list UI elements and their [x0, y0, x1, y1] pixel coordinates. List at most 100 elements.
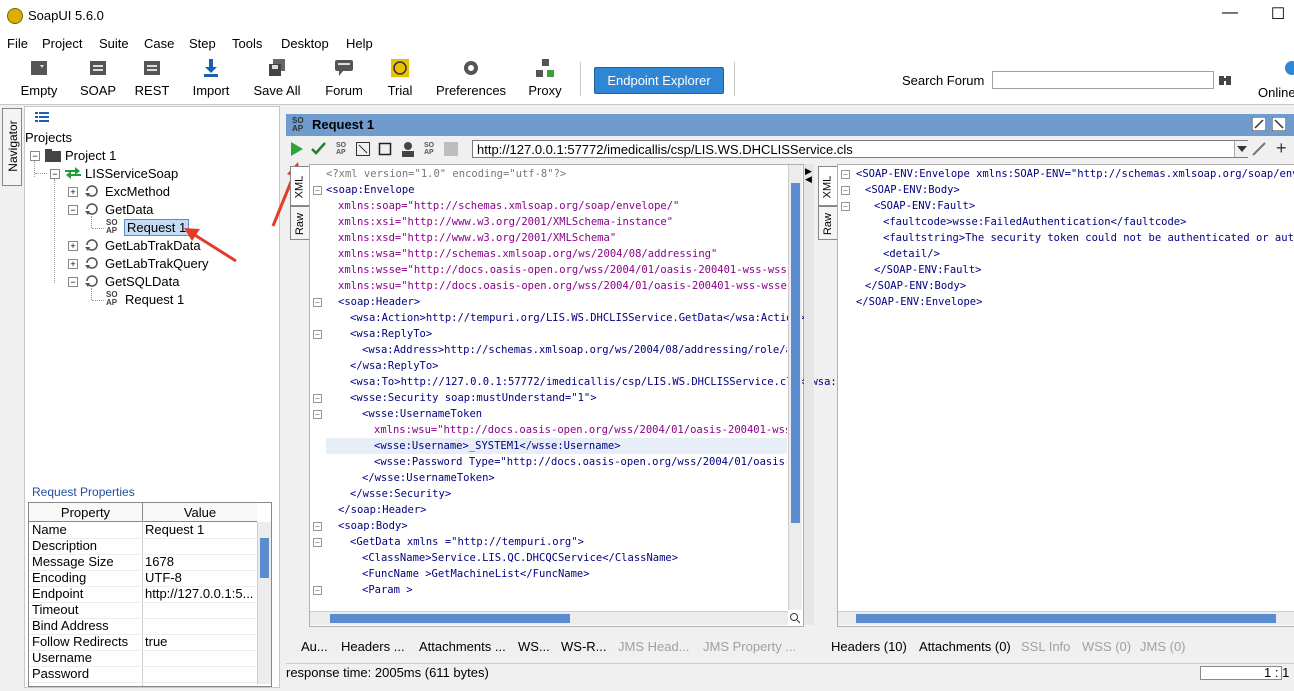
- response-tab-headers[interactable]: Headers (10): [831, 639, 907, 654]
- menu-desktop[interactable]: Desktop: [281, 36, 329, 51]
- user-auth-icon[interactable]: [400, 141, 416, 157]
- proxy-button[interactable]: Proxy: [526, 54, 564, 102]
- editor-splitter[interactable]: ▶ ◀: [804, 164, 814, 625]
- menu-tools[interactable]: Tools: [232, 36, 262, 51]
- fold-marker[interactable]: −: [313, 186, 322, 195]
- soap-version-icon[interactable]: SO AP: [336, 142, 346, 156]
- expand-operation-icon[interactable]: +: [68, 187, 78, 197]
- navigator-tab[interactable]: Navigator: [2, 108, 22, 186]
- menu-help[interactable]: Help: [346, 36, 373, 51]
- edit-endpoint-icon[interactable]: [1252, 142, 1266, 156]
- fold-marker[interactable]: −: [313, 522, 322, 531]
- forum-button[interactable]: Forum: [322, 54, 366, 102]
- request-raw-tab[interactable]: Raw: [290, 206, 310, 240]
- menu-suite[interactable]: Suite: [99, 36, 129, 51]
- empty-project-button[interactable]: Empty: [16, 54, 62, 102]
- binoculars-icon[interactable]: [1218, 74, 1232, 86]
- save-all-button[interactable]: Save All: [252, 54, 302, 102]
- fold-marker[interactable]: −: [841, 170, 850, 179]
- request-editor-hscrollbar[interactable]: [310, 611, 788, 625]
- scrollbar-thumb[interactable]: [260, 538, 269, 578]
- menu-case[interactable]: Case: [144, 36, 174, 51]
- table-row[interactable]: Message Size 1678: [29, 554, 257, 571]
- table-row[interactable]: Bind Address: [29, 618, 257, 635]
- table-row[interactable]: Endpoint http://127.0.0.1:5...: [29, 586, 257, 603]
- table-row[interactable]: Description: [29, 538, 257, 555]
- table-row[interactable]: Password: [29, 666, 257, 683]
- endpoint-explorer-button[interactable]: Endpoint Explorer: [594, 67, 724, 94]
- menu-file[interactable]: File: [7, 36, 28, 51]
- request-tab-headers[interactable]: Headers ...: [341, 639, 405, 654]
- menu-step[interactable]: Step: [189, 36, 216, 51]
- maximize-editor-icon[interactable]: [1272, 117, 1286, 131]
- request-editor-vscrollbar[interactable]: [788, 165, 802, 610]
- collapse-operation-icon[interactable]: −: [68, 277, 78, 287]
- soap-create-icon[interactable]: SO AP: [424, 142, 434, 156]
- preferences-button[interactable]: Preferences: [435, 54, 507, 102]
- response-raw-tab[interactable]: Raw: [818, 206, 838, 240]
- fit-window-icon[interactable]: [356, 142, 370, 156]
- table-row[interactable]: Encoding UTF-8: [29, 570, 257, 587]
- table-row[interactable]: Username: [29, 650, 257, 667]
- request-xml-tab[interactable]: XML: [290, 166, 310, 206]
- fold-marker[interactable]: −: [313, 330, 322, 339]
- add-endpoint-icon[interactable]: +: [1276, 138, 1287, 159]
- stop-request-icon[interactable]: [378, 142, 392, 156]
- scrollbar-thumb[interactable]: [856, 614, 1276, 623]
- tree-item-operation-getsqldata[interactable]: GetSQLData: [105, 274, 179, 289]
- maximize-button[interactable]: ☐: [1266, 4, 1290, 24]
- fold-marker[interactable]: −: [841, 186, 850, 195]
- request-tab-attachments[interactable]: Attachments ...: [419, 639, 506, 654]
- tree-item-request[interactable]: Request 1: [125, 292, 184, 307]
- response-tab-ssl-info[interactable]: SSL Info: [1021, 639, 1070, 654]
- expand-operation-icon[interactable]: +: [68, 241, 78, 251]
- import-button[interactable]: Import: [188, 54, 234, 102]
- request-tab-ws-replyto[interactable]: WS-R...: [561, 639, 607, 654]
- fold-marker[interactable]: −: [313, 298, 322, 307]
- collapse-project-icon[interactable]: −: [30, 151, 40, 161]
- tree-item-operation-excmethod[interactable]: ExcMethod: [105, 184, 170, 199]
- table-row[interactable]: Follow Redirects true: [29, 634, 257, 651]
- fold-marker[interactable]: −: [313, 538, 322, 547]
- minimize-button[interactable]: —: [1218, 4, 1242, 22]
- table-row[interactable]: Name Request 1: [29, 522, 257, 539]
- online-help-link[interactable]: Online: [1258, 85, 1294, 100]
- collapse-interface-icon[interactable]: −: [50, 169, 60, 179]
- scrollbar-thumb[interactable]: [791, 183, 800, 523]
- zoom-icon[interactable]: [789, 612, 801, 624]
- scrollbar-thumb[interactable]: [330, 614, 570, 623]
- tree-root-projects[interactable]: Projects: [25, 130, 72, 145]
- collapse-operation-icon[interactable]: −: [68, 205, 78, 215]
- menu-project[interactable]: Project: [42, 36, 82, 51]
- response-tab-jms[interactable]: JMS (0): [1140, 639, 1186, 654]
- response-xml-tab[interactable]: XML: [818, 166, 838, 206]
- response-tab-attachments[interactable]: Attachments (0): [919, 639, 1011, 654]
- run-request-icon[interactable]: [290, 141, 304, 157]
- fold-marker[interactable]: −: [313, 410, 322, 419]
- endpoint-dropdown[interactable]: [1234, 141, 1249, 157]
- add-assertion-icon[interactable]: [311, 141, 327, 157]
- dock-icon[interactable]: [1252, 117, 1266, 131]
- response-tab-wss[interactable]: WSS (0): [1082, 639, 1131, 654]
- list-view-icon[interactable]: [35, 111, 49, 123]
- tree-item-interface[interactable]: LISServiceSoap: [85, 166, 178, 181]
- properties-scrollbar[interactable]: [257, 522, 271, 684]
- column-header-value[interactable]: Value: [143, 505, 257, 520]
- soap-project-button[interactable]: SOAP: [78, 54, 118, 102]
- tree-item-project[interactable]: Project 1: [65, 148, 116, 163]
- fold-marker[interactable]: −: [841, 202, 850, 211]
- fold-marker[interactable]: −: [313, 394, 322, 403]
- request-tab-auth[interactable]: Au...: [301, 639, 328, 654]
- trial-button[interactable]: Trial: [385, 54, 415, 102]
- search-forum-input[interactable]: [992, 71, 1214, 89]
- fold-marker[interactable]: −: [313, 586, 322, 595]
- response-editor-hscrollbar[interactable]: [838, 611, 1294, 625]
- column-header-property[interactable]: Property: [29, 505, 142, 520]
- tree-item-operation-getdata[interactable]: GetData: [105, 202, 153, 217]
- endpoint-url-select[interactable]: http://127.0.0.1:57772/imedicallis/csp/L…: [472, 140, 1248, 158]
- request-tab-ws[interactable]: WS...: [518, 639, 550, 654]
- expand-operation-icon[interactable]: +: [68, 259, 78, 269]
- request-tab-jms-property[interactable]: JMS Property ...: [703, 639, 796, 654]
- rest-project-button[interactable]: REST: [134, 54, 170, 102]
- table-row[interactable]: Timeout: [29, 602, 257, 619]
